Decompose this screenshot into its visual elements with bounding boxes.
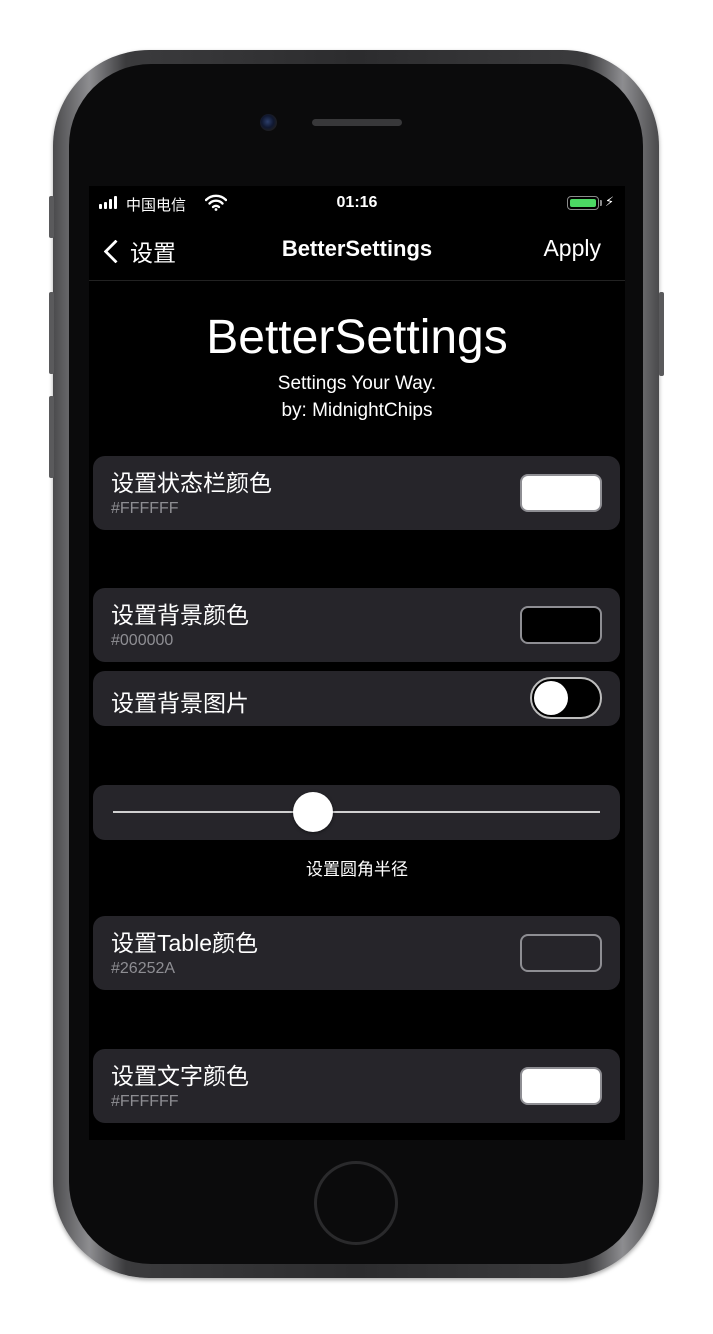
table-color-label: 设置Table颜色: [111, 930, 258, 956]
background-image-toggle[interactable]: [530, 677, 602, 719]
home-button[interactable]: [314, 1161, 398, 1245]
front-camera: [260, 114, 277, 131]
apply-button[interactable]: Apply: [543, 235, 601, 262]
text-color-label: 设置文字颜色: [111, 1063, 249, 1089]
power-button: [659, 292, 664, 376]
battery-cap: [600, 200, 602, 206]
table-color-row[interactable]: 设置Table颜色 #26252A: [93, 916, 620, 990]
status-bar: 中国电信 01:16 ⚡: [89, 186, 625, 222]
background-color-swatch[interactable]: [520, 606, 602, 644]
header-author: by: MidnightChips: [281, 400, 433, 421]
battery-level: [570, 199, 596, 207]
status-bar-color-value: #FFFFFF: [111, 500, 179, 517]
text-color-row[interactable]: 设置文字颜色 #FFFFFF: [93, 1049, 620, 1123]
background-color-value: #000000: [111, 632, 174, 649]
header-title: BetterSettings: [206, 311, 508, 364]
earpiece-speaker: [312, 119, 402, 126]
screen: 中国电信 01:16 ⚡ 设置 BetterSettings Apply Bet…: [89, 186, 625, 1140]
corner-radius-slider-row: [93, 785, 620, 840]
navigation-bar: 设置 BetterSettings Apply: [89, 222, 625, 281]
text-color-value: #FFFFFF: [111, 1093, 179, 1110]
corner-radius-label: 设置圆角半径: [306, 860, 408, 879]
status-bar-color-swatch[interactable]: [520, 474, 602, 512]
slider-track[interactable]: [113, 811, 600, 813]
background-image-row: 设置背景图片: [93, 671, 620, 726]
charging-bolt-icon: ⚡: [605, 194, 615, 209]
settings-header: BetterSettings Settings Your Way. by: Mi…: [89, 310, 625, 424]
status-bar-color-row[interactable]: 设置状态栏颜色 #FFFFFF: [93, 456, 620, 530]
toggle-knob: [534, 681, 568, 715]
volume-down-button: [49, 396, 54, 478]
header-subtitle: Settings Your Way. by: MidnightChips: [89, 370, 625, 424]
background-color-row[interactable]: 设置背景颜色 #000000: [93, 588, 620, 662]
header-tagline: Settings Your Way.: [277, 373, 437, 394]
volume-up-button: [49, 292, 54, 374]
slider-thumb[interactable]: [292, 792, 333, 832]
background-image-label: 设置背景图片: [111, 690, 249, 716]
mute-switch: [49, 196, 54, 238]
battery-icon: [567, 196, 599, 210]
text-color-swatch[interactable]: [520, 1067, 602, 1105]
status-time: 01:16: [336, 194, 378, 211]
table-color-swatch[interactable]: [520, 934, 602, 972]
table-color-value: #26252A: [111, 960, 176, 977]
background-color-label: 设置背景颜色: [111, 602, 249, 628]
status-bar-color-label: 设置状态栏颜色: [111, 470, 272, 496]
